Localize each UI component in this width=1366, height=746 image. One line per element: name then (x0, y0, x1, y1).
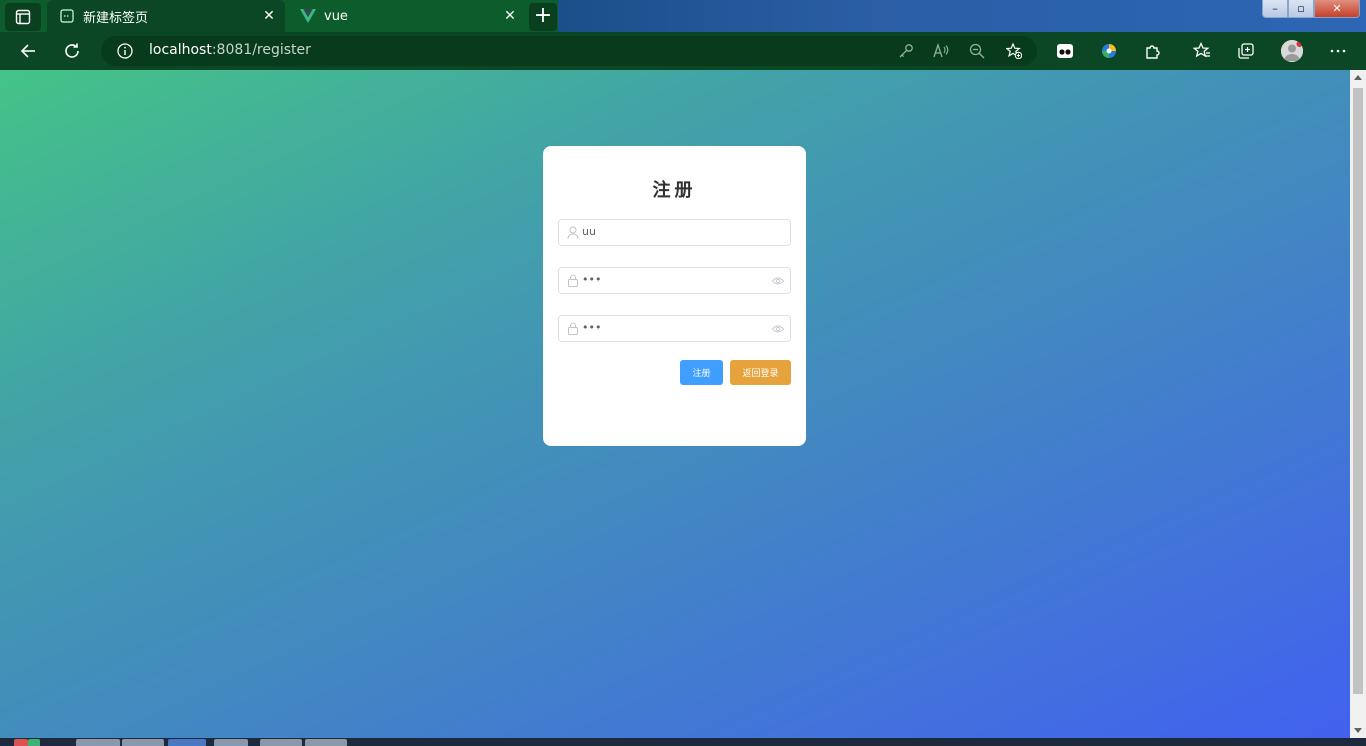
close-window-button[interactable]: ✕ (1314, 0, 1360, 18)
password-value: ••• (582, 273, 602, 286)
desktop-background-strip (558, 0, 1366, 32)
tab-vue[interactable]: vue ✕ (288, 0, 526, 32)
window-controls: – ▫ ✕ (1262, 0, 1360, 18)
user-icon (567, 226, 579, 239)
read-aloud-icon[interactable] (933, 43, 949, 59)
eye-icon[interactable] (772, 276, 784, 286)
navigation-bar: localhost:8081/register (0, 32, 1366, 70)
tab-title: vue (324, 8, 348, 24)
page-scrollbar[interactable] (1350, 70, 1366, 738)
minimize-button[interactable]: – (1262, 0, 1288, 18)
add-favorite-icon[interactable] (1006, 43, 1022, 59)
taskbar-item[interactable] (305, 739, 347, 746)
username-value: uu (582, 225, 596, 238)
site-info-icon[interactable] (117, 43, 133, 59)
scrollbar-thumb[interactable] (1353, 88, 1363, 694)
back-arrow-icon (20, 44, 35, 58)
profile-avatar-icon[interactable] (1281, 40, 1303, 62)
url-path: :8081/register (211, 42, 311, 58)
tab-new-tab-page[interactable]: 新建标签页 ✕ (47, 0, 285, 32)
tab-bar: 新建标签页 ✕ vue ✕ + – ▫ ✕ (0, 0, 1366, 32)
new-tab-button[interactable]: + (529, 3, 557, 31)
more-menu-icon[interactable] (1328, 41, 1348, 61)
scroll-down-arrow-icon[interactable] (1354, 728, 1362, 733)
maximize-button[interactable]: ▫ (1288, 0, 1314, 18)
refresh-icon (65, 43, 79, 58)
confirm-password-value: ••• (582, 321, 602, 334)
register-card: 注册 uu ••• ••• 注册 返回登录 (543, 146, 806, 446)
refresh-button[interactable] (60, 39, 84, 63)
eye-icon[interactable] (772, 324, 784, 334)
back-button[interactable] (16, 39, 40, 63)
taskbar-item[interactable] (122, 739, 164, 746)
taskbar-item[interactable] (260, 739, 302, 746)
password-key-icon[interactable] (898, 43, 914, 59)
address-bar[interactable]: localhost:8081/register (101, 36, 1037, 66)
extension-glasses-icon[interactable] (1055, 41, 1075, 61)
back-to-login-button[interactable]: 返回登录 (730, 360, 791, 385)
url-text: localhost:8081/register (149, 42, 311, 58)
tab-title: 新建标签页 (83, 10, 149, 26)
register-title: 注册 (652, 180, 697, 201)
new-tab-page-icon (59, 8, 75, 24)
register-button[interactable]: 注册 (680, 360, 723, 385)
lock-icon (568, 274, 578, 287)
os-taskbar (0, 738, 1366, 746)
zoom-out-icon[interactable] (969, 43, 985, 59)
vue-logo-icon (300, 8, 316, 24)
collections-icon[interactable] (1236, 41, 1256, 61)
extension-colorful-icon[interactable] (1099, 41, 1119, 61)
extensions-puzzle-icon[interactable] (1143, 41, 1163, 61)
password-input[interactable]: ••• (558, 267, 791, 294)
lock-icon (568, 322, 578, 335)
taskbar-item[interactable] (14, 739, 28, 746)
url-host: localhost (149, 42, 212, 58)
taskbar-item[interactable] (214, 739, 248, 746)
tab-actions-button[interactable] (5, 3, 41, 31)
close-tab-icon[interactable]: ✕ (261, 8, 277, 24)
taskbar-item[interactable] (168, 739, 206, 746)
taskbar-item[interactable] (28, 739, 40, 746)
confirm-password-input[interactable]: ••• (558, 315, 791, 342)
tab-actions-icon (15, 9, 31, 25)
username-input[interactable]: uu (558, 219, 791, 246)
taskbar-item[interactable] (76, 739, 120, 746)
favorites-icon[interactable] (1192, 41, 1212, 61)
close-tab-icon[interactable]: ✕ (502, 8, 518, 24)
scroll-up-arrow-icon[interactable] (1354, 75, 1362, 80)
